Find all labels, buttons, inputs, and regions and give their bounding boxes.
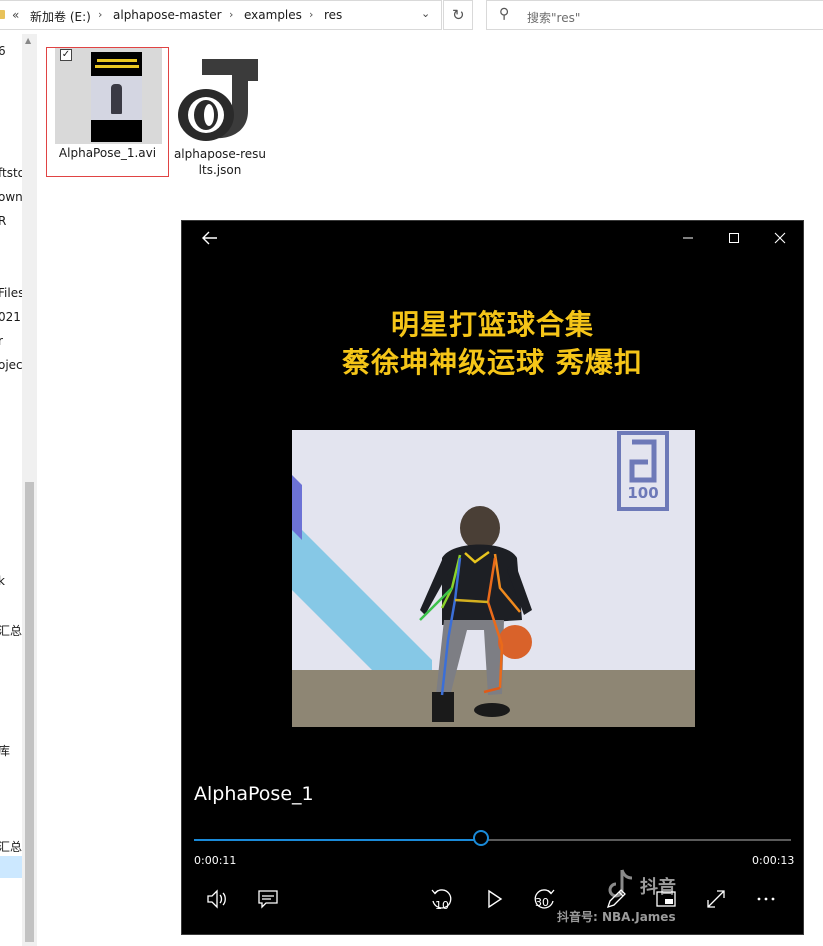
breadcrumb-alphapose-master[interactable]: alphapose-master <box>113 8 222 22</box>
file-name: alphapose-resu lts.json <box>170 146 270 178</box>
seek-progress <box>194 839 481 841</box>
volume-button[interactable] <box>200 881 236 917</box>
captions-icon <box>258 890 278 909</box>
explorer-address-bar: « 新加卷 (E:) › alphapose-master › examples… <box>0 0 823 34</box>
file-checkbox[interactable]: ✓ <box>60 49 72 61</box>
thumbnail-video-frame <box>91 76 142 120</box>
skip-forward-label: 30 <box>535 896 549 909</box>
fullscreen-icon <box>707 890 725 908</box>
search-input[interactable]: ⚲ 搜索"res" <box>486 0 823 30</box>
breadcrumb-res[interactable]: res <box>324 8 342 22</box>
mini-view-button[interactable] <box>648 881 684 917</box>
file-item-avi[interactable]: ✓ AlphaPose_1.avi <box>46 47 169 177</box>
file-item-json[interactable]: alphapose-resu lts.json <box>170 47 270 182</box>
more-icon <box>757 897 775 901</box>
json-file-icon <box>178 59 258 141</box>
play-button[interactable] <box>476 881 512 917</box>
refresh-icon: ↻ <box>452 6 465 24</box>
maximize-button[interactable] <box>714 223 754 253</box>
svg-text:100: 100 <box>627 484 658 502</box>
file-name: AlphaPose_1.avi <box>58 146 157 160</box>
seek-bar[interactable] <box>194 830 791 846</box>
end-time: 0:00:13 <box>752 854 795 867</box>
file-name-line2: lts.json <box>198 163 242 177</box>
nav-item[interactable]: 库 <box>0 742 10 759</box>
nav-item[interactable]: k <box>0 574 5 588</box>
search-placeholder: 搜索"res" <box>527 11 581 25</box>
refresh-button[interactable]: ↻ <box>443 0 473 30</box>
nav-scrollbar[interactable]: ▲ <box>22 34 37 946</box>
search-icon: ⚲ <box>499 6 510 22</box>
captions-button[interactable] <box>250 881 286 917</box>
breadcrumb-separator-icon[interactable]: › <box>229 8 233 21</box>
skip-back-button[interactable]: 10 <box>424 881 460 917</box>
breadcrumb-separator-icon[interactable]: › <box>309 8 313 21</box>
minimize-button[interactable] <box>668 223 708 253</box>
nav-scroll-thumb[interactable] <box>25 482 34 942</box>
file-thumbnail-background <box>55 48 162 144</box>
nav-item[interactable]: own <box>0 190 23 204</box>
fullscreen-button[interactable] <box>698 881 734 917</box>
address-dropdown-icon[interactable]: ⌄ <box>421 7 430 20</box>
skip-back-label: 10 <box>435 899 449 912</box>
breadcrumb-separator-icon[interactable]: › <box>98 8 102 21</box>
maximize-icon <box>729 233 739 243</box>
video-scene: 100 <box>292 430 695 727</box>
thumbnail-caption-line <box>95 65 139 68</box>
volume-icon <box>207 889 226 909</box>
play-icon <box>488 889 503 909</box>
scroll-up-icon[interactable]: ▲ <box>25 36 31 45</box>
nav-item[interactable]: R <box>0 214 6 228</box>
back-arrow-icon <box>202 231 217 245</box>
nav-selected-highlight <box>0 856 22 878</box>
navigation-pane: 6 ftsto own R Files 021 r oject k 汇总 库 汇… <box>0 34 37 946</box>
back-button[interactable] <box>190 223 230 253</box>
nav-item[interactable]: 6 <box>0 44 6 58</box>
address-box[interactable]: « 新加卷 (E:) › alphapose-master › examples… <box>0 0 442 30</box>
mini-view-icon <box>656 891 676 907</box>
close-icon <box>774 232 786 244</box>
video-caption-line2: 蔡徐坤神级运球 秀爆扣 <box>342 346 643 379</box>
video-frame[interactable]: 100 <box>292 430 695 727</box>
nav-item[interactable]: r <box>0 334 3 348</box>
nav-item[interactable]: 021 <box>0 310 21 324</box>
minimize-icon <box>683 237 693 239</box>
video-thumbnail <box>91 52 142 142</box>
nav-item[interactable]: Files <box>0 286 24 300</box>
thumbnail-caption-line <box>97 59 137 62</box>
breadcrumb-drive[interactable]: 新加卷 (E:) <box>30 8 91 25</box>
edit-button[interactable] <box>598 881 634 917</box>
close-button[interactable] <box>760 223 800 253</box>
seek-handle[interactable] <box>472 830 489 846</box>
folder-icon <box>0 10 5 19</box>
nav-item[interactable]: 汇总 <box>0 622 22 639</box>
more-options-button[interactable] <box>748 881 784 917</box>
nav-item[interactable]: 汇总 <box>0 838 22 855</box>
video-caption-line1: 明星打篮球合集 <box>390 308 594 341</box>
edit-pen-icon <box>606 889 626 909</box>
breadcrumb-overflow-icon[interactable]: « <box>12 8 19 22</box>
media-title: AlphaPose_1 <box>194 783 314 805</box>
file-name-line1: alphapose-resu <box>173 147 267 161</box>
breadcrumb-examples[interactable]: examples <box>244 8 302 22</box>
media-player-window: 明星打篮球合集 蔡徐坤神级运球 秀爆扣 100 AlphaPose_1 0:00… <box>181 220 804 935</box>
thumbnail-person <box>111 84 122 114</box>
purple-stripe <box>292 475 302 540</box>
current-time: 0:00:11 <box>194 854 237 867</box>
basketball <box>498 625 532 659</box>
